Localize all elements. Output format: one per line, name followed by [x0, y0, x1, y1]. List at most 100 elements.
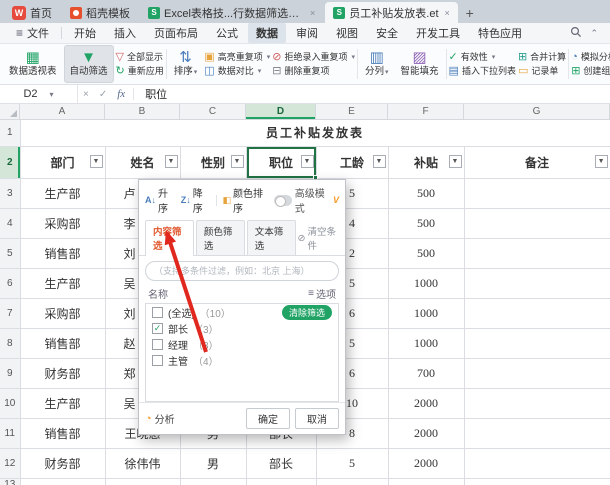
column-header-F[interactable]: F: [388, 104, 464, 119]
collapse-ribbon-icon[interactable]: ⌃: [590, 28, 598, 39]
cell[interactable]: [464, 418, 610, 449]
sort-ascending-button[interactable]: A↓ 升序: [145, 185, 175, 215]
ribbon-button-delete-duplicates[interactable]: ⊟ 删除重复项: [272, 65, 355, 77]
column-header-A[interactable]: A: [20, 104, 105, 119]
row-header-2[interactable]: 2: [0, 146, 21, 179]
cell[interactable]: [246, 478, 317, 485]
file-menu[interactable]: ≡ 文件: [8, 25, 57, 42]
tab-color-filter[interactable]: 颜色筛选: [195, 220, 245, 255]
filter-dropdown-button[interactable]: ▼: [372, 155, 386, 168]
row-header-6[interactable]: 6: [0, 268, 21, 299]
ribbon-button-sort[interactable]: ⇅ 排序▾: [169, 45, 203, 83]
insert-function-icon[interactable]: fx: [112, 88, 130, 100]
sort-descending-button[interactable]: Z↓ 降序: [181, 185, 210, 215]
advanced-mode-toggle[interactable]: 高级模式 V: [274, 185, 339, 215]
document-tab-2[interactable]: S 员工补贴发放表.et ×: [325, 2, 458, 23]
cell[interactable]: [464, 388, 610, 419]
close-tab-icon[interactable]: ×: [310, 8, 315, 18]
row-header-11[interactable]: 11: [0, 418, 21, 449]
tab-text-filter[interactable]: 文本筛选: [246, 220, 296, 255]
cell[interactable]: 1000: [388, 298, 465, 329]
cell[interactable]: 销售部: [20, 418, 106, 449]
row-header-5[interactable]: 5: [0, 238, 21, 269]
filter-dropdown-button[interactable]: ▼: [230, 155, 244, 168]
row-header-12[interactable]: 12: [0, 448, 21, 479]
cell[interactable]: 500: [388, 178, 465, 209]
confirm-entry-icon[interactable]: ✓: [94, 89, 112, 100]
checkbox-icon[interactable]: [152, 338, 163, 350]
ribbon-button-data-compare[interactable]: ◫ 数据对比 ▾: [204, 65, 270, 77]
cell[interactable]: 700: [388, 358, 465, 389]
column-header-D[interactable]: D: [246, 104, 316, 119]
menu-tab[interactable]: 页面布局: [146, 23, 206, 43]
menu-tab[interactable]: 数据: [248, 23, 287, 43]
filter-list-item[interactable]: 经理 （3）: [146, 336, 338, 352]
row-header-4[interactable]: 4: [0, 208, 21, 239]
cell[interactable]: 生产部: [20, 388, 106, 419]
template-tab[interactable]: 稻壳模板: [62, 2, 138, 23]
search-icon[interactable]: [570, 26, 582, 41]
header-cell-B[interactable]: 姓名 ▼: [105, 146, 181, 179]
cell[interactable]: [20, 478, 106, 485]
column-header-G[interactable]: G: [464, 104, 610, 119]
menu-tab[interactable]: 视图: [328, 23, 366, 43]
cell[interactable]: 部长: [246, 448, 317, 479]
name-box[interactable]: D2 ▾: [0, 85, 78, 103]
analyze-button[interactable]: ◔ 分析: [145, 411, 175, 427]
row-header-8[interactable]: 8: [0, 328, 21, 359]
cell[interactable]: 徐伟伟: [105, 448, 181, 479]
menu-tab[interactable]: 开发工具: [408, 23, 468, 43]
menu-tab[interactable]: 审阅: [288, 23, 326, 43]
tab-content-filter[interactable]: 内容筛选: [145, 220, 194, 256]
ribbon-button-highlight-duplicates[interactable]: ▣ 高亮重复项 ▾: [204, 51, 270, 63]
cell[interactable]: [316, 478, 389, 485]
row-header-10[interactable]: 10: [0, 388, 21, 419]
header-cell-E[interactable]: 工龄 ▼: [316, 146, 389, 179]
formula-bar-value[interactable]: 职位: [137, 86, 167, 102]
ribbon-button-create-group[interactable]: ⊞ 创建组: [571, 65, 610, 77]
cell[interactable]: [464, 238, 610, 269]
cell[interactable]: 财务部: [20, 448, 106, 479]
ribbon-button-reject-duplicates[interactable]: ⊘ 拒绝录入重复项 ▾: [272, 51, 355, 63]
ribbon-button-validation[interactable]: ✓ 有效性 ▾: [449, 51, 516, 63]
checkbox-icon[interactable]: ✓: [152, 322, 163, 334]
row-header-3[interactable]: 3: [0, 178, 21, 209]
filter-search-input[interactable]: [145, 261, 339, 281]
header-cell-C[interactable]: 性别 ▼: [180, 146, 247, 179]
filter-dropdown-button[interactable]: ▼: [300, 155, 314, 168]
ribbon-button-funnel[interactable]: ▼ 自动筛选: [63, 45, 114, 83]
header-cell-A[interactable]: 部门 ▼: [20, 146, 106, 179]
color-sort-button[interactable]: ◧ 颜色排序: [223, 185, 269, 215]
cell[interactable]: [464, 478, 610, 485]
ribbon-button-insert-dropdown[interactable]: ▤ 插入下拉列表: [449, 65, 516, 77]
cancel-button[interactable]: 取消: [295, 408, 339, 429]
ribbon-button-pivot-table[interactable]: ▦ 数据透视表: [4, 45, 62, 83]
filter-list-item[interactable]: ✓ 部长 （3）: [146, 320, 338, 336]
row-header-9[interactable]: 9: [0, 358, 21, 389]
ribbon-button-reapply[interactable]: ↻ 重新应用: [116, 65, 164, 77]
ribbon-button-what-if-analysis[interactable]: ◔模拟分析▾: [571, 51, 610, 63]
cell[interactable]: 1000: [388, 328, 465, 359]
filter-dropdown-button[interactable]: ▼: [164, 155, 178, 168]
cell[interactable]: 财务部: [20, 358, 106, 389]
menu-tab[interactable]: 开始: [66, 23, 104, 43]
cell[interactable]: 500: [388, 208, 465, 239]
cell[interactable]: 男: [180, 448, 247, 479]
cell[interactable]: 500: [388, 238, 465, 269]
cell[interactable]: [464, 448, 610, 479]
checkbox-icon[interactable]: [152, 354, 163, 366]
options-button[interactable]: ≡ 选项: [308, 286, 336, 301]
menu-tab[interactable]: 安全: [368, 23, 406, 43]
column-header-C[interactable]: C: [180, 104, 246, 119]
cell[interactable]: 2000: [388, 388, 465, 419]
cell[interactable]: [105, 478, 181, 485]
cell[interactable]: 采购部: [20, 208, 106, 239]
row-header-1[interactable]: 1: [0, 120, 21, 147]
cancel-entry-icon[interactable]: ×: [78, 89, 94, 100]
close-tab-icon[interactable]: ×: [445, 8, 450, 18]
ribbon-button-record-form[interactable]: ▭ 记录单: [518, 65, 566, 77]
header-cell-G[interactable]: 备注 ▼: [464, 146, 610, 179]
ribbon-button-consolidate[interactable]: ⊞ 合并计算: [518, 51, 566, 63]
filter-list-item[interactable]: 主管 （4）: [146, 352, 338, 368]
filter-dropdown-button[interactable]: ▼: [448, 155, 462, 168]
